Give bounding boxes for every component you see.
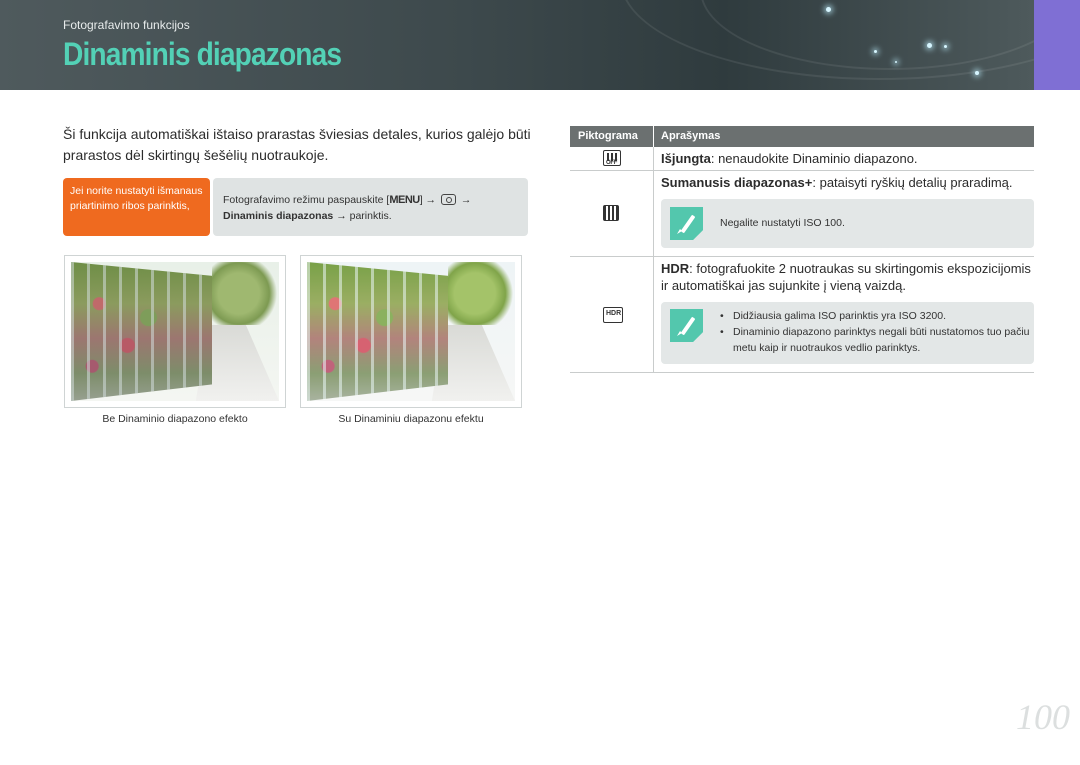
note-pencil-icon	[670, 309, 703, 342]
table-row: HDR: fotografuokite 2 nuotraukas su skir…	[661, 260, 1033, 294]
page-number: 100	[1016, 697, 1070, 737]
dr-off-icon: OFF	[603, 150, 621, 166]
sparkle-dot	[944, 45, 947, 48]
option-description: : nenaudokite Dinaminio diapazono.	[710, 151, 918, 166]
column-header-icon: Piktograma	[578, 130, 638, 142]
option-description: : pataisyti ryškių detalių praradimą.	[812, 175, 1013, 190]
note-box: Negalite nustatyti ISO 100.	[661, 199, 1034, 248]
photo-without-effect	[64, 255, 286, 408]
table-row-divider	[570, 170, 1034, 171]
photo-with-effect	[300, 255, 522, 408]
menu-key: MENU	[389, 194, 420, 206]
page-title: Dinaminis diapazonas	[63, 36, 342, 72]
table-row-divider	[570, 256, 1034, 257]
note-text: Negalite nustatyti ISO 100.	[720, 217, 845, 229]
hdr-icon: HDR	[603, 307, 623, 323]
sparkle-dot	[874, 50, 877, 53]
side-tab[interactable]	[1034, 0, 1080, 90]
smart-range-plus-icon	[603, 205, 619, 221]
option-name: HDR	[661, 261, 690, 276]
intro-text: Ši funkcija automatiškai ištaiso prarast…	[63, 126, 531, 163]
sparkle-dot	[895, 61, 897, 63]
sparkle-dot	[826, 7, 831, 12]
column-header-description: Aprašymas	[661, 130, 721, 142]
photo-image	[71, 262, 279, 401]
tip-label: Jei norite nustatyti išmanaus priartinim…	[63, 178, 210, 236]
tip-text-arrow: ] →	[419, 194, 439, 206]
option-name: Sumanusis diapazonas+	[661, 175, 813, 190]
photo-caption: Su Dinaminiu diapazonu efektu	[338, 413, 484, 425]
photo-caption: Be Dinaminio diapazono efekto	[102, 413, 248, 425]
sparkle-dot	[927, 43, 932, 48]
camera-icon	[440, 194, 456, 205]
option-description: : fotografuokite 2 nuotraukas su skirtin…	[661, 261, 1031, 293]
tip-text-suffix: → parinktis.	[333, 210, 392, 222]
note-pencil-icon	[670, 207, 703, 240]
table-row: Išjungta: nenaudokite Dinaminio diapazon…	[661, 150, 1031, 167]
note-item: Dinaminio diapazono parinktys negali būt…	[720, 324, 1030, 356]
header-banner: Fotografavimo funkcijos Dinaminis diapaz…	[0, 0, 1034, 90]
tip-text-prefix: Fotografavimo režimu paspauskite [	[223, 194, 390, 206]
option-name: Išjungta	[661, 151, 711, 166]
note-item: Didžiausia galima ISO parinktis yra ISO …	[720, 308, 1030, 324]
tip-instructions: Fotografavimo režimu paspauskite [MENU] …	[213, 178, 528, 236]
tip-option-name: Dinaminis diapazonas	[223, 210, 334, 222]
photo-image	[307, 262, 515, 401]
note-box: Didžiausia galima ISO parinktis yra ISO …	[661, 302, 1034, 364]
breadcrumb[interactable]: Fotografavimo funkcijos	[63, 18, 190, 32]
table-column-divider	[653, 147, 654, 372]
table-header: Piktograma Aprašymas	[570, 126, 1034, 147]
tip-text-arrow-2: →	[457, 194, 472, 206]
table-row: Sumanusis diapazonas+: pataisyti ryškių …	[661, 174, 1031, 191]
sparkle-dot	[975, 71, 979, 75]
table-row-divider	[570, 372, 1034, 373]
note-list: Didžiausia galima ISO parinktis yra ISO …	[720, 308, 1030, 356]
